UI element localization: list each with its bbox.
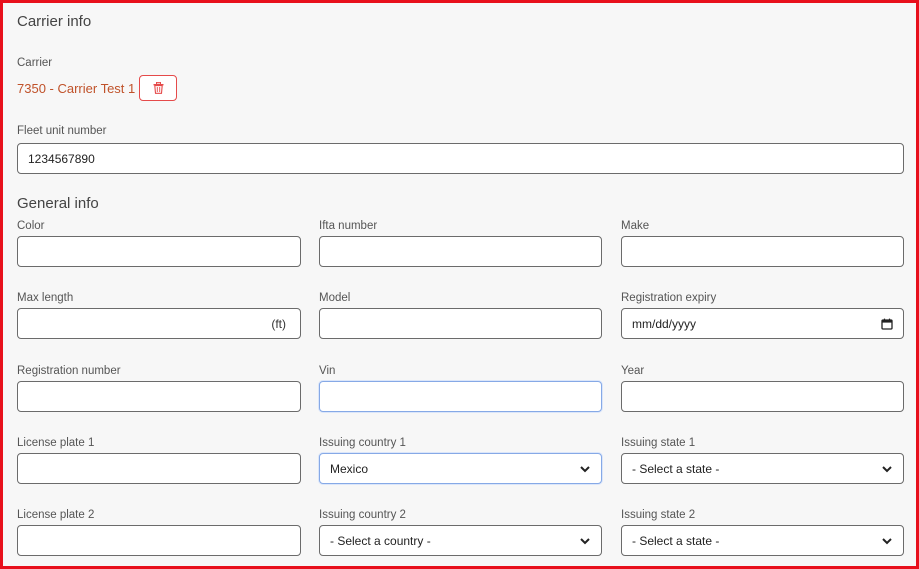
calendar-icon[interactable] [881,318,893,330]
carrier-label: Carrier [17,57,53,69]
model-label: Model [319,292,351,304]
issuing-country-2-selected: - Select a country - [330,533,431,548]
chevron-down-icon [882,537,892,544]
fleet-unit-label: Fleet unit number [17,125,107,137]
license-plate-1-input[interactable] [17,453,301,484]
issuing-country-2-label: Issuing country 2 [319,509,406,521]
issuing-state-2-select[interactable]: - Select a state - [621,525,904,556]
registration-number-input[interactable] [17,381,301,412]
form-panel: Carrier info Carrier 7350 - Carrier Test… [0,0,919,569]
max-length-label: Max length [17,292,74,304]
carrier-row: 7350 - Carrier Test 1 [17,75,178,101]
chevron-down-icon [580,465,590,472]
color-label: Color [17,220,45,232]
issuing-state-2-selected: - Select a state - [632,533,720,548]
issuing-country-1-select[interactable]: Mexico [319,453,602,484]
issuing-country-2-select[interactable]: - Select a country - [319,525,602,556]
max-length-input[interactable]: (ft) [17,308,301,339]
fleet-unit-input[interactable]: 1234567890 [17,143,904,174]
ifta-number-input[interactable] [319,236,602,267]
general-info-title: General info [17,195,99,212]
registration-expiry-placeholder: mm/dd/yyyy [632,316,697,331]
remove-carrier-button[interactable] [139,75,178,101]
carrier-link[interactable]: 7350 - Carrier Test 1 [17,81,135,96]
make-label: Make [621,220,650,232]
year-label: Year [621,365,645,377]
issuing-state-1-select[interactable]: - Select a state - [621,453,904,484]
vin-input[interactable] [319,381,602,412]
license-plate-1-label: License plate 1 [17,437,95,449]
chevron-down-icon [580,537,590,544]
trash-icon [153,82,164,94]
fleet-unit-value: 1234567890 [28,151,95,166]
chevron-down-icon [882,465,892,472]
issuing-country-1-label: Issuing country 1 [319,437,406,449]
carrier-info-title: Carrier info [17,13,92,30]
issuing-state-1-selected: - Select a state - [632,461,720,476]
color-input[interactable] [17,236,301,267]
model-input[interactable] [319,308,602,339]
registration-expiry-label: Registration expiry [621,292,717,304]
make-input[interactable] [621,236,904,267]
year-input[interactable] [621,381,904,412]
license-plate-2-input[interactable] [17,525,301,556]
vin-label: Vin [319,365,336,377]
license-plate-2-label: License plate 2 [17,509,95,521]
registration-expiry-input[interactable]: mm/dd/yyyy [621,308,904,339]
registration-number-label: Registration number [17,365,121,377]
issuing-state-1-label: Issuing state 1 [621,437,696,449]
ifta-number-label: Ifta number [319,220,378,232]
issuing-country-1-selected: Mexico [330,461,369,476]
max-length-unit: (ft) [271,316,286,331]
issuing-state-2-label: Issuing state 2 [621,509,696,521]
